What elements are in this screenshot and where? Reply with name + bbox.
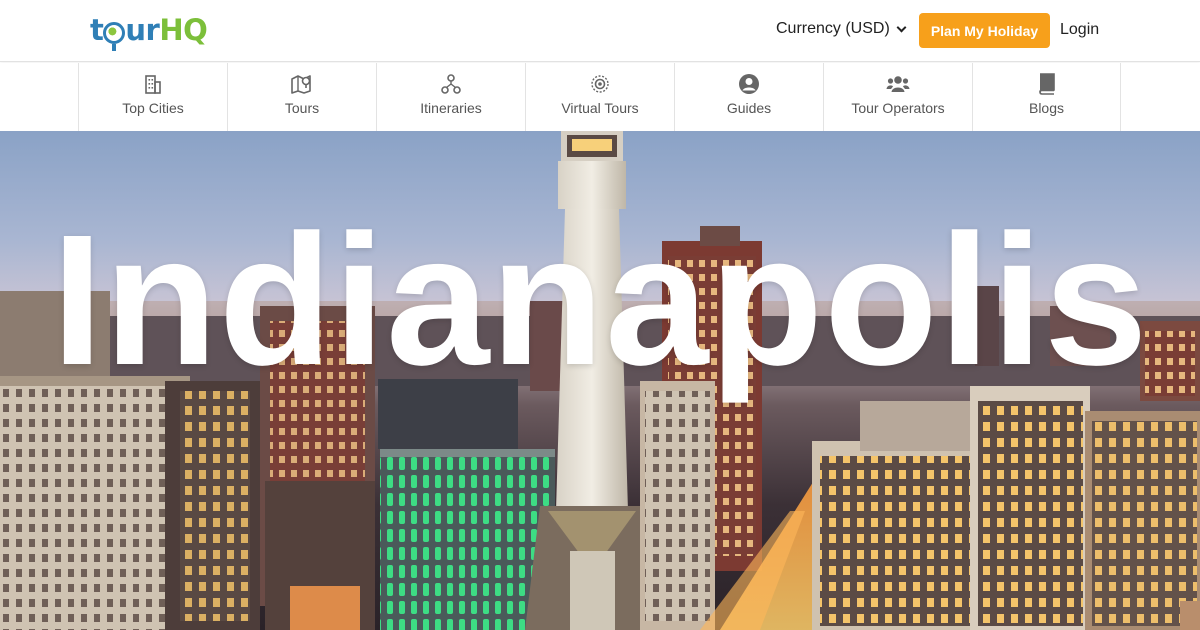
book-icon [1038,73,1056,95]
nav-item-tours[interactable]: Tours [227,63,376,131]
currency-selector[interactable]: Currency (USD) [776,20,907,38]
logo-letter-t: t [90,13,104,47]
nav-item-itineraries[interactable]: Itineraries [376,63,525,131]
nav-label: Itineraries [420,100,482,116]
vr-icon [590,74,610,94]
nav-item-blogs[interactable]: Blogs [972,63,1121,131]
user-circle-icon [738,74,760,94]
top-header: t ur HQ Currency (USD) Plan My Holiday L… [0,0,1200,62]
group-icon [886,74,910,94]
tourhq-logo[interactable]: t ur HQ [90,10,208,51]
nav-label: Tours [284,100,320,116]
main-nav: Top Cities Tours Itineraries Virtual Tou… [0,63,1200,131]
nav-label: Guides [726,100,772,116]
building-icon [144,74,162,94]
nav-item-guides[interactable]: Guides [674,63,823,131]
nav-label: Tour Operators [851,100,945,116]
nav-label: Blogs [1028,100,1065,116]
nav-item-virtual-tours[interactable]: Virtual Tours [525,63,674,131]
hero-banner: Indianapolis [0,131,1200,630]
nodes-icon [441,74,461,94]
nav-label: Virtual Tours [561,100,639,116]
login-link[interactable]: Login [1060,21,1099,39]
nav-item-top-cities[interactable]: Top Cities [78,63,227,131]
currency-label: Currency (USD) [776,20,890,37]
nav-item-tour-operators[interactable]: Tour Operators [823,63,972,131]
chevron-down-icon [896,22,907,32]
map-pin-icon [291,74,313,94]
nav-label: Top Cities [122,100,184,116]
plan-my-holiday-button[interactable]: Plan My Holiday [919,13,1050,48]
hero-title: Indianapolis [51,197,1149,404]
globe-icon [103,22,126,51]
logo-letters-ur: ur [125,13,160,47]
logo-letters-hq: HQ [159,13,208,47]
